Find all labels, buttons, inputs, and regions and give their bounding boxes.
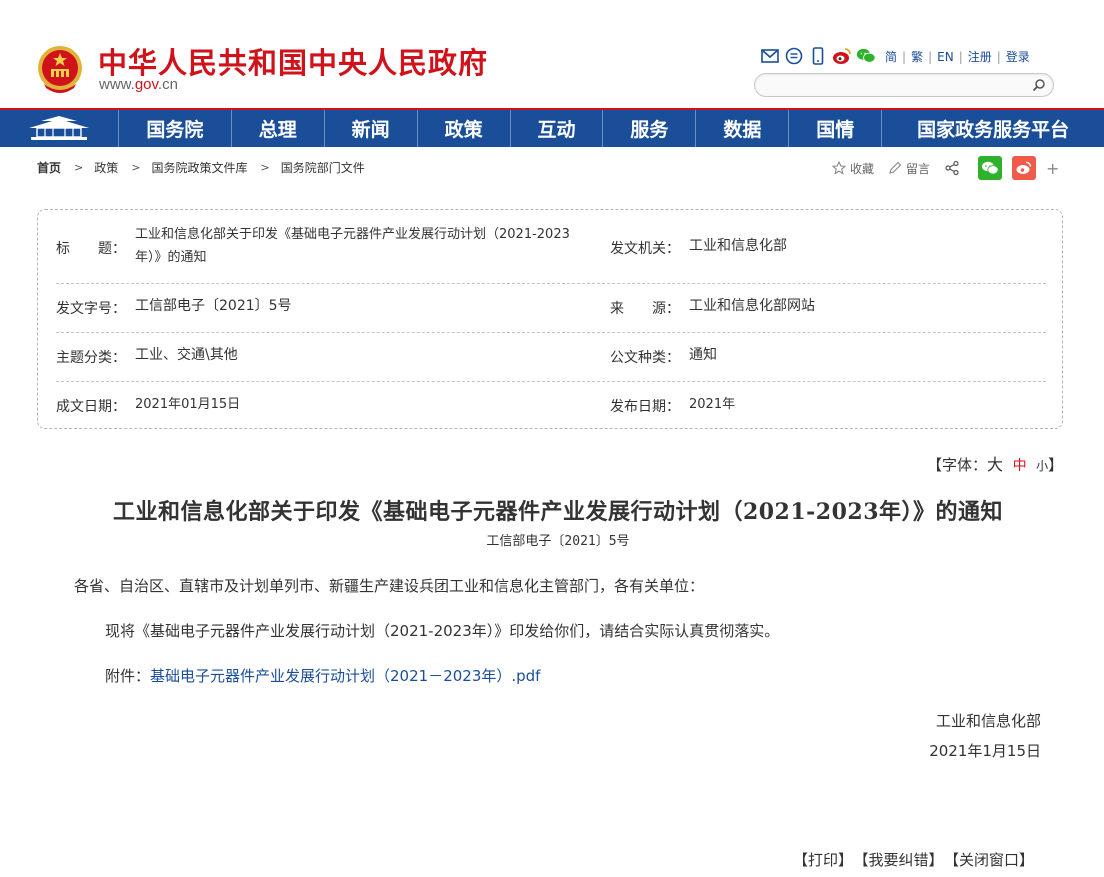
divider: | bbox=[958, 49, 963, 64]
breadcrumb-policy[interactable]: 政策 bbox=[94, 159, 118, 176]
pencil-icon bbox=[889, 161, 902, 174]
share-weibo-icon[interactable] bbox=[1012, 156, 1037, 180]
document-info-table: 标 题： 工业和信息化部关于印发《基础电子元器件产业发展行动计划（2021-20… bbox=[37, 209, 1063, 429]
issuer-label: 发文机关： bbox=[610, 241, 680, 257]
breadcrumb: 首页 > 政策 > 国务院政策文件库 > 国务院部门文件 bbox=[37, 159, 365, 176]
source-value: 工业和信息化部网站 bbox=[689, 298, 815, 314]
site-url-prefix: www. bbox=[99, 76, 135, 93]
nav-zhengce[interactable]: 政策 bbox=[418, 110, 511, 147]
title-value: 工业和信息化部关于印发《基础电子元器件产业发展行动计划（2021-2023 年）… bbox=[135, 223, 605, 269]
written-date-label: 成文日期： bbox=[56, 399, 126, 415]
report-error-button[interactable]: 【我要纠错】 bbox=[861, 851, 944, 869]
font-size-medium[interactable]: 中 bbox=[1013, 458, 1027, 474]
info-row: 发文字号： 工信部电子〔2021〕5号 来 源： 工业和信息化部网站 bbox=[56, 283, 1046, 333]
lang-simplified-link[interactable]: 简 bbox=[885, 50, 897, 64]
attachment-label: 附件： bbox=[105, 667, 151, 685]
nav-fuwu[interactable]: 服务 bbox=[603, 110, 697, 147]
info-row: 成文日期： 2021年01月15日 发布日期： 2021年 bbox=[56, 381, 1046, 429]
share-wechat-icon[interactable] bbox=[978, 156, 1003, 180]
document-number: 工信部电子〔2021〕5号 bbox=[486, 534, 630, 549]
site-url-domain: gov bbox=[134, 76, 158, 93]
nav-home-building-icon[interactable] bbox=[0, 110, 119, 147]
signer: 工业和信息化部 bbox=[935, 712, 1041, 730]
close-window-button[interactable]: 【关闭窗口】 bbox=[952, 851, 1035, 869]
docno-value: 工信部电子〔2021〕5号 bbox=[135, 298, 292, 314]
breadcrumb-bar: 首页 > 政策 > 国务院政策文件库 > 国务院部门文件 收藏 留言 + bbox=[0, 147, 1104, 187]
divider: | bbox=[902, 49, 907, 64]
site-url-suffix: .cn bbox=[157, 76, 178, 93]
divider: | bbox=[928, 49, 933, 64]
star-icon bbox=[832, 161, 846, 175]
font-size-prefix: 【字体： bbox=[927, 456, 988, 474]
comment-label: 留言 bbox=[906, 161, 931, 176]
favorite-label: 收藏 bbox=[850, 161, 875, 176]
nav-guoqing[interactable]: 国情 bbox=[789, 110, 883, 147]
nav-guowuyuan[interactable]: 国务院 bbox=[119, 110, 232, 147]
favorite-button[interactable]: 收藏 bbox=[832, 160, 874, 177]
chevron-right-icon: > bbox=[131, 161, 141, 174]
salutation: 各省、自治区、直辖市及计划单列市、新疆生产建设兵团工业和信息化主管部门，各有关单… bbox=[74, 577, 705, 595]
breadcrumb-department-docs[interactable]: 国务院部门文件 bbox=[281, 159, 365, 176]
font-size-large[interactable]: 大 bbox=[987, 455, 1003, 474]
comment-button[interactable]: 留言 bbox=[888, 160, 930, 177]
chevron-right-icon: > bbox=[260, 161, 270, 174]
nav-hudong[interactable]: 互动 bbox=[511, 110, 604, 147]
title-value-line1: 工业和信息化部关于印发《基础电子元器件产业发展行动计划（2021-2023 bbox=[135, 227, 570, 242]
attachment: 附件：基础电子元器件产业发展行动计划（2021－2023年）.pdf bbox=[105, 665, 540, 686]
info-row: 主题分类： 工业、交通\其他 公文种类： 通知 bbox=[56, 332, 1046, 382]
site-header: 中华人民共和国中央人民政府 www.gov.cn 简 | 繁 | EN | 注册 | 登录 bbox=[0, 0, 1104, 108]
source-label: 来 源： bbox=[610, 301, 680, 317]
title-label: 标 题： bbox=[56, 241, 126, 257]
issuer-value: 工业和信息化部 bbox=[689, 238, 787, 254]
national-emblem-logo[interactable] bbox=[36, 44, 84, 96]
more-share-button[interactable]: + bbox=[1046, 159, 1059, 178]
site-url: www.gov.cn bbox=[99, 76, 178, 93]
body-paragraph: 现将《基础电子元器件产业发展行动计划（2021-2023年）》印发给你们，请结合… bbox=[105, 622, 780, 640]
type-value: 通知 bbox=[689, 347, 717, 363]
lang-english-link[interactable]: EN bbox=[937, 50, 954, 64]
topic-label: 主题分类： bbox=[56, 350, 126, 366]
breadcrumb-home[interactable]: 首页 bbox=[37, 159, 61, 176]
print-button[interactable]: 【打印】 bbox=[793, 851, 853, 869]
divider: | bbox=[996, 49, 1001, 64]
bottom-actions: 【打印】 【我要纠错】 【关闭窗口】 bbox=[793, 849, 1042, 870]
message-icon[interactable] bbox=[784, 46, 804, 66]
language-links: 简 | 繁 | EN | 注册 | 登录 bbox=[882, 48, 1033, 65]
nav-xinwen[interactable]: 新闻 bbox=[325, 110, 418, 147]
font-size-small[interactable]: 小 bbox=[1036, 459, 1048, 473]
search-box bbox=[754, 73, 1054, 97]
search-input[interactable] bbox=[767, 76, 1021, 96]
published-date-label: 发布日期： bbox=[610, 399, 680, 415]
lang-traditional-link[interactable]: 繁 bbox=[911, 50, 923, 64]
font-size-switcher: 【字体：大 中 小】 bbox=[927, 451, 1063, 475]
chevron-right-icon: > bbox=[74, 161, 84, 174]
top-tools: 简 | 繁 | EN | 注册 | 登录 bbox=[760, 45, 1033, 67]
register-link[interactable]: 注册 bbox=[968, 50, 992, 64]
written-date-value: 2021年01月15日 bbox=[135, 397, 241, 412]
nav-zongli[interactable]: 总理 bbox=[232, 110, 325, 147]
share-icon[interactable] bbox=[944, 160, 964, 176]
title-value-line2: 年）》的通知 bbox=[135, 250, 207, 265]
breadcrumb-policy-library[interactable]: 国务院政策文件库 bbox=[151, 159, 247, 176]
attachment-link[interactable]: 基础电子元器件产业发展行动计划（2021－2023年）.pdf bbox=[150, 667, 540, 685]
mobile-icon[interactable] bbox=[808, 46, 828, 66]
nav-shuju[interactable]: 数据 bbox=[696, 110, 790, 147]
main-nav: 国务院 总理 新闻 政策 互动 服务 数据 国情 国家政务服务平台 bbox=[0, 108, 1104, 147]
login-link[interactable]: 登录 bbox=[1006, 50, 1030, 64]
font-size-suffix: 】 bbox=[1048, 456, 1064, 474]
type-label: 公文种类： bbox=[610, 350, 680, 366]
info-row: 标 题： 工业和信息化部关于印发《基础电子元器件产业发展行动计划（2021-20… bbox=[56, 210, 1046, 284]
weibo-icon[interactable] bbox=[832, 46, 852, 66]
nav-service-platform[interactable]: 国家政务服务平台 bbox=[882, 110, 1104, 147]
mail-icon[interactable] bbox=[760, 46, 780, 66]
search-icon[interactable] bbox=[1031, 77, 1047, 93]
wechat-icon[interactable] bbox=[856, 46, 876, 66]
published-date-value: 2021年 bbox=[689, 397, 736, 412]
docno-label: 发文字号： bbox=[56, 301, 126, 317]
document-title: 工业和信息化部关于印发《基础电子元器件产业发展行动计划（2021-2023年）》… bbox=[112, 499, 1004, 525]
signing-date: 2021年1月15日 bbox=[929, 742, 1041, 760]
topic-value: 工业、交通\其他 bbox=[135, 347, 238, 363]
share-toolbar: 收藏 留言 + bbox=[832, 156, 1073, 180]
